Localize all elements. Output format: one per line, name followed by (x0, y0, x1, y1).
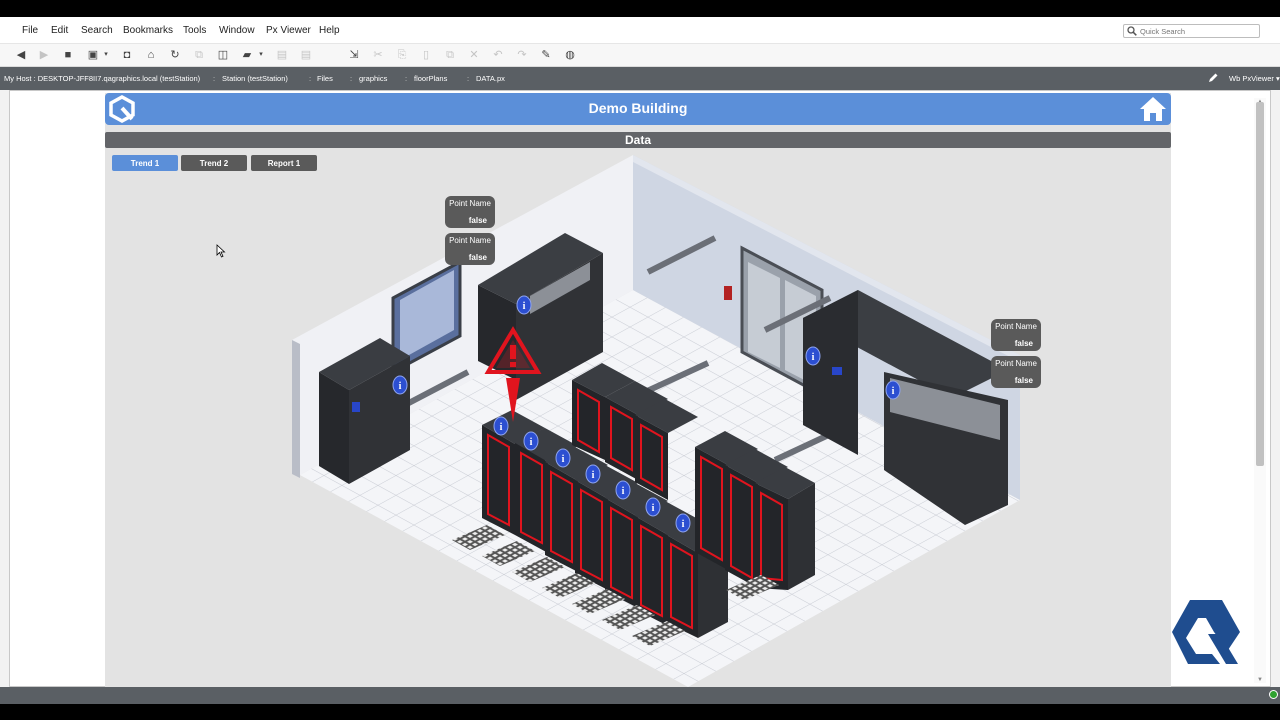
quick-search-box[interactable] (1123, 24, 1260, 38)
point-callout[interactable]: Point Name false (991, 319, 1041, 351)
menu-file[interactable]: File (22, 25, 38, 36)
svg-text:i: i (892, 386, 895, 397)
scroll-down-icon[interactable]: ▼ (1256, 677, 1264, 683)
open-folder-icon[interactable]: ▰ (241, 49, 253, 61)
pen-icon[interactable] (1207, 72, 1219, 84)
window-top-border (0, 0, 1280, 17)
refresh-icon[interactable]: ↻ (169, 49, 181, 61)
globe-icon[interactable]: ◍ (564, 49, 576, 61)
page-title: Demo Building (588, 100, 688, 116)
point-value: false (1014, 376, 1033, 385)
point-name: Point Name (449, 199, 491, 208)
sidebar-icon[interactable]: ◫ (217, 49, 229, 61)
toolbar: ◀ ▶ ■ ▣ ▾ ◘ ⌂ ↻ ⧉ ◫ ▰ ▾ ▤ ▤ ⇲ ✂ ⎘ ▯ ⧉ ✕ … (0, 44, 1280, 67)
section-bar: Data (105, 132, 1171, 148)
point-value: false (468, 253, 487, 262)
search-icon (1127, 26, 1137, 36)
breadcrumb-floorplans[interactable]: floorPlans (414, 74, 447, 83)
svg-text:i: i (652, 503, 655, 514)
point-value: false (1014, 339, 1033, 348)
svg-text:i: i (812, 352, 815, 363)
svg-text:i: i (530, 437, 533, 448)
menu-bookmarks[interactable]: Bookmarks (123, 25, 173, 36)
window-bottom-border (0, 704, 1280, 720)
svg-text:i: i (500, 422, 503, 433)
menu-window[interactable]: Window (219, 25, 255, 36)
paste-icon[interactable]: ▯ (420, 49, 432, 61)
svg-text:i: i (682, 519, 685, 530)
point-callout[interactable]: Point Name false (445, 196, 495, 228)
breadcrumb-separator: : (405, 74, 408, 83)
quick-search-input[interactable] (1140, 25, 1258, 37)
company-logo-icon (109, 95, 135, 123)
copy-page-icon[interactable]: ⧉ (193, 49, 205, 61)
point-name: Point Name (449, 236, 491, 245)
edit-pen-icon[interactable]: ✎ (540, 49, 552, 61)
camera-icon[interactable]: ◘ (121, 49, 133, 61)
save-icon[interactable]: ▤ (276, 49, 288, 61)
point-callout[interactable]: Point Name false (991, 356, 1041, 388)
svg-text:i: i (562, 454, 565, 465)
delete-icon[interactable]: ✕ (468, 49, 480, 61)
point-name: Point Name (995, 322, 1037, 331)
svg-text:i: i (622, 486, 625, 497)
breadcrumb-separator: : (467, 74, 470, 83)
section-title: Data (624, 133, 651, 147)
folder-icon[interactable]: ■ (62, 49, 74, 61)
point-callout[interactable]: Point Name false (445, 233, 495, 265)
chevron-down-icon[interactable]: ▾ (255, 49, 267, 61)
mouse-cursor-icon (216, 244, 226, 258)
breadcrumb-file[interactable]: DATA.px (476, 74, 505, 83)
breadcrumb-separator: : (309, 74, 312, 83)
copy-icon[interactable]: ⎘ (396, 49, 408, 61)
breadcrumb-graphics[interactable]: graphics (359, 74, 387, 83)
data-center-floorplan: i i i i i i i i i i i (292, 155, 1020, 687)
export-icon[interactable]: ⇲ (348, 49, 360, 61)
cut-icon[interactable]: ✂ (372, 49, 384, 61)
forward-icon[interactable]: ▶ (38, 49, 50, 61)
svg-text:i: i (399, 381, 402, 392)
connection-status-icon (1269, 690, 1278, 699)
svg-text:i: i (592, 470, 595, 481)
menu-bar: File Edit Search Bookmarks Tools Window … (0, 17, 1280, 44)
breadcrumb-host[interactable]: My Host : DESKTOP-JFF8II7.qagraphics.loc… (4, 74, 200, 83)
breadcrumb-separator: : (350, 74, 353, 83)
point-name: Point Name (995, 359, 1037, 368)
save-all-icon[interactable]: ▤ (300, 49, 312, 61)
menu-search[interactable]: Search (81, 25, 113, 36)
scrollbar-thumb[interactable] (1256, 102, 1264, 466)
redo-icon[interactable]: ↷ (516, 49, 528, 61)
svg-text:i: i (523, 301, 526, 312)
menu-px-viewer[interactable]: Px Viewer (266, 25, 311, 36)
view-selector[interactable]: Wb PxViewer ▾ (1229, 74, 1280, 83)
page-header: Demo Building (105, 93, 1171, 125)
breadcrumb-separator: : (213, 74, 216, 83)
home-icon[interactable] (1138, 95, 1168, 123)
brand-logo-icon (1172, 600, 1240, 664)
home-icon[interactable]: ⌂ (145, 49, 157, 61)
point-value: false (468, 216, 487, 225)
menu-help[interactable]: Help (319, 25, 340, 36)
breadcrumb-station[interactable]: Station (testStation) (222, 74, 288, 83)
menu-edit[interactable]: Edit (51, 25, 68, 36)
menu-tools[interactable]: Tools (183, 25, 206, 36)
breadcrumb: My Host : DESKTOP-JFF8II7.qagraphics.loc… (0, 67, 1280, 90)
view-selector-label: Wb PxViewer (1229, 74, 1274, 83)
chevron-down-icon[interactable]: ▾ (100, 49, 112, 61)
undo-icon[interactable]: ↶ (492, 49, 504, 61)
duplicate-icon[interactable]: ⧉ (444, 49, 456, 61)
status-bar (0, 687, 1280, 704)
breadcrumb-files[interactable]: Files (317, 74, 333, 83)
split-view-icon[interactable]: ▣ (87, 49, 99, 61)
back-icon[interactable]: ◀ (15, 49, 27, 61)
